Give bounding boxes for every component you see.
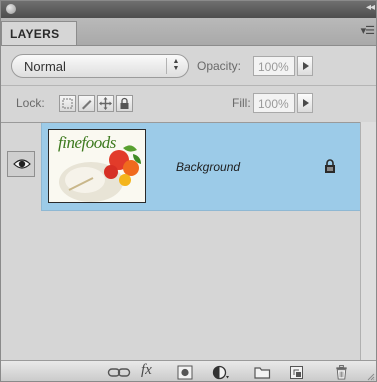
link-layers-icon[interactable] bbox=[107, 365, 131, 380]
new-layer-icon[interactable] bbox=[289, 365, 304, 380]
footer-toolbar: fx bbox=[1, 360, 376, 381]
layer-list-scrollbar[interactable] bbox=[360, 122, 376, 360]
opacity-field[interactable]: 100% bbox=[253, 56, 295, 76]
new-group-icon[interactable] bbox=[254, 365, 271, 380]
fill-slider-button[interactable] bbox=[297, 93, 313, 113]
blend-mode-value: Normal bbox=[24, 59, 66, 74]
lock-label: Lock: bbox=[16, 96, 45, 110]
layer-selected-background[interactable]: finefoods Background bbox=[41, 123, 361, 211]
adjustment-layer-icon[interactable] bbox=[212, 365, 230, 380]
opacity-slider-button[interactable] bbox=[297, 56, 313, 76]
blend-mode-select[interactable]: Normal ▲ ▼ bbox=[11, 54, 189, 78]
layer-lock-icon bbox=[324, 159, 336, 179]
panel-menu-icon[interactable]: ▾☰ bbox=[361, 24, 375, 37]
fill-label: Fill: bbox=[232, 96, 251, 110]
layer-row[interactable]: finefoods Background bbox=[1, 123, 361, 211]
resize-grip-icon[interactable] bbox=[367, 373, 375, 381]
thumbnail-text: finefoods bbox=[58, 133, 116, 152]
trash-icon[interactable] bbox=[335, 365, 348, 380]
tab-row: LAYERS ▾☰ bbox=[1, 18, 376, 46]
add-mask-icon[interactable] bbox=[177, 365, 193, 380]
opacity-label: Opacity: bbox=[197, 59, 242, 73]
visibility-toggle[interactable] bbox=[7, 151, 35, 177]
fx-icon[interactable]: fx bbox=[141, 362, 152, 379]
layer-list: finefoods Background bbox=[1, 122, 376, 361]
collapse-icon[interactable]: ◂◂ bbox=[366, 2, 375, 13]
chevron-updown-icon: ▲ ▼ bbox=[166, 58, 183, 74]
close-panel-icon[interactable] bbox=[6, 4, 16, 14]
lock-all-icon[interactable] bbox=[116, 95, 133, 112]
layer-thumbnail: finefoods bbox=[48, 129, 146, 203]
layers-panel: ◂◂ LAYERS ▾☰ Normal ▲ ▼ Opacity: 100% Loc… bbox=[0, 0, 377, 382]
eye-icon bbox=[13, 159, 31, 169]
lock-transparency-icon[interactable] bbox=[59, 95, 76, 112]
lock-position-icon[interactable] bbox=[97, 95, 114, 112]
tab-layers[interactable]: LAYERS bbox=[1, 21, 77, 45]
divider bbox=[1, 85, 376, 86]
lock-image-pixels-icon[interactable] bbox=[78, 95, 95, 112]
fill-field[interactable]: 100% bbox=[253, 93, 295, 113]
panel-titlebar: ◂◂ bbox=[1, 1, 376, 18]
layer-name[interactable]: Background bbox=[176, 160, 240, 174]
